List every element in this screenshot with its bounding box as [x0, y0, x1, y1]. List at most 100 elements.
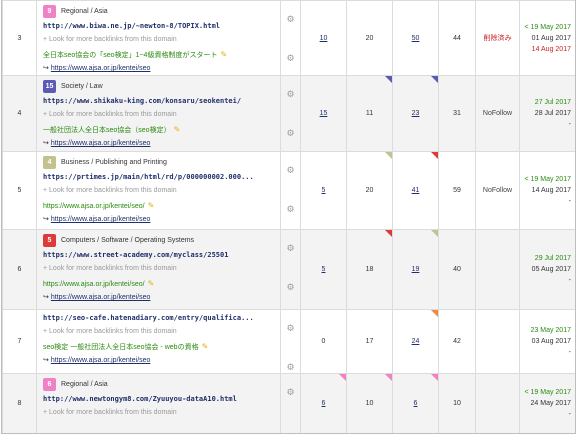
pencil-icon[interactable]: ✎	[202, 342, 209, 351]
flag-marker	[431, 76, 438, 83]
arrow-icon: ↪	[43, 65, 49, 72]
metric-2-cell: 18	[346, 229, 393, 310]
row-index: 5	[2, 151, 37, 230]
first-seen-date: 29 Jul 2017	[534, 255, 571, 262]
source-cell: http://seo-cafe.hatenadiary.com/entry/qu…	[36, 309, 281, 374]
metric-3-value[interactable]: 24	[412, 338, 420, 345]
last-seen-date: 01 Aug 2017	[531, 34, 571, 42]
category-name: Regional / Asia	[61, 380, 108, 388]
metric-1-value[interactable]: 15	[320, 110, 328, 117]
metric-2-value: 20	[365, 34, 374, 42]
target-url-link[interactable]: https://www.ajsa.or.jp/kentei/seo	[51, 294, 151, 301]
metric-3-value[interactable]: 19	[412, 266, 420, 273]
metric-2-value: 18	[365, 266, 374, 273]
flag-marker	[385, 76, 392, 83]
more-backlinks-link[interactable]: + Look for more backlinks from this doma…	[43, 407, 274, 418]
source-url-link[interactable]: https://www.street-academy.com/myclass/2…	[43, 250, 274, 261]
more-backlinks-link[interactable]: + Look for more backlinks from this doma…	[43, 263, 274, 274]
metric-1-cell: 5	[300, 151, 347, 230]
table-row: 6 5 Computers / Software / Operating Sys…	[2, 229, 575, 310]
backlinks-table-frame: 3 9 Regional / Asia http://www.biwa.ne.j…	[1, 0, 576, 434]
source-cell: 6 Regional / Asia http://www.newtongym8.…	[36, 373, 281, 433]
first-seen-date: < 19 May 2017	[524, 23, 571, 31]
metric-4-cell: 42	[438, 309, 476, 374]
more-backlinks-link[interactable]: + Look for more backlinks from this doma…	[43, 326, 274, 337]
metric-2-cell: 20	[346, 0, 393, 76]
source-cell: 15 Society / Law https://www.shikaku-kin…	[36, 75, 281, 152]
target-url-link[interactable]: https://www.ajsa.or.jp/kentei/seo	[51, 140, 151, 147]
gear-icon[interactable]: ⚙	[281, 282, 300, 293]
metric-3-value[interactable]: 23	[412, 110, 420, 117]
table-row: 3 9 Regional / Asia http://www.biwa.ne.j…	[2, 0, 575, 76]
more-backlinks-link[interactable]: + Look for more backlinks from this doma…	[43, 185, 274, 196]
target-url-link[interactable]: https://www.ajsa.or.jp/kentei/seo	[51, 357, 151, 364]
dates-cell: < 19 May 2017 01 Aug 2017 14 Aug 2017	[519, 0, 575, 76]
last-seen-date: 14 Aug 2017	[531, 187, 571, 194]
metric-3-cell: 19	[392, 229, 439, 310]
first-seen-date: < 19 May 2017	[524, 176, 571, 183]
anchor-text: 一般社団法人全日本seo協会（seo検定） ✎	[43, 125, 181, 134]
category-badge: 4	[43, 155, 56, 169]
metric-3-value[interactable]: 50	[412, 35, 420, 42]
source-url-link[interactable]: http://www.newtongym8.com/Zyuuyou-dataA1…	[43, 394, 274, 405]
source-url-link[interactable]: http://seo-cafe.hatenadiary.com/entry/qu…	[43, 313, 274, 324]
metric-2-value: 20	[365, 187, 374, 194]
lost-date: 14 Aug 2017	[531, 45, 571, 53]
category: 9 Regional / Asia	[43, 4, 274, 18]
metric-4-value: 44	[453, 34, 461, 42]
target-url-link[interactable]: https://www.ajsa.or.jp/kentei/seo	[51, 65, 151, 72]
gear-icon[interactable]: ⚙	[281, 204, 300, 215]
gear-icon[interactable]: ⚙	[281, 387, 300, 398]
source-url-link[interactable]: https://prtimes.jp/main/html/rd/p/000000…	[43, 172, 274, 183]
flag-marker	[431, 230, 438, 237]
target-url: ↪ https://www.ajsa.or.jp/kentei/seo	[43, 355, 274, 366]
metric-1-value[interactable]: 5	[322, 266, 326, 273]
row-index: 3	[2, 0, 37, 76]
gear-icon[interactable]: ⚙	[281, 243, 300, 254]
metric-1-value[interactable]: 10	[320, 35, 328, 42]
metric-1-value[interactable]: 5	[322, 187, 326, 194]
category-name: Business / Publishing and Printing	[61, 158, 167, 166]
arrow-icon: ↪	[43, 140, 49, 147]
first-seen-date: 27 Jul 2017	[534, 99, 571, 106]
gear-cell: ⚙ ⚙	[280, 229, 301, 310]
pencil-icon[interactable]: ✎	[148, 279, 155, 288]
lost-date: -	[568, 277, 571, 284]
source-url-link[interactable]: https://www.shikaku-king.com/konsaru/seo…	[43, 96, 274, 107]
gear-cell: ⚙ ⚙	[280, 151, 301, 230]
row-index: 8	[2, 373, 37, 433]
gear-icon[interactable]: ⚙	[281, 14, 300, 25]
metric-1-value[interactable]: 6	[322, 400, 326, 407]
source-url-link[interactable]: http://www.biwa.ne.jp/~newton-8/TOPIX.ht…	[43, 21, 274, 32]
metric-1-cell: 10	[300, 0, 347, 76]
metric-1-value[interactable]: 0	[322, 338, 326, 345]
metric-3-cell: 6	[392, 373, 439, 433]
first-seen-date: 23 May 2017	[530, 327, 571, 334]
metric-3-cell: 41	[392, 151, 439, 230]
arrow-icon: ↪	[43, 294, 49, 301]
pencil-icon[interactable]: ✎	[220, 50, 227, 59]
backlinks-table: 3 9 Regional / Asia http://www.biwa.ne.j…	[2, 0, 575, 433]
category-name: Society / Law	[61, 82, 103, 90]
metric-3-value[interactable]: 6	[414, 400, 418, 407]
more-backlinks-link[interactable]: + Look for more backlinks from this doma…	[43, 109, 274, 120]
pencil-icon[interactable]: ✎	[174, 125, 181, 134]
gear-cell: ⚙ ⚙	[280, 373, 301, 433]
flag-marker	[431, 374, 438, 381]
gear-icon[interactable]: ⚙	[281, 128, 300, 139]
gear-icon[interactable]: ⚙	[281, 362, 300, 373]
dates-cell: < 19 May 2017 24 May 2017 -	[519, 373, 575, 433]
gear-icon[interactable]: ⚙	[281, 53, 300, 64]
gear-icon[interactable]: ⚙	[281, 323, 300, 334]
target-url-link[interactable]: https://www.ajsa.or.jp/kentei/seo	[51, 216, 151, 223]
gear-icon[interactable]: ⚙	[281, 89, 300, 100]
gear-icon[interactable]: ⚙	[281, 165, 300, 176]
pencil-icon[interactable]: ✎	[148, 201, 155, 210]
metric-3-value[interactable]: 41	[412, 187, 420, 194]
metric-4-cell: 59	[438, 151, 476, 230]
table-row: 8 6 Regional / Asia http://www.newtongym…	[2, 373, 575, 433]
category: 5 Computers / Software / Operating Syste…	[43, 233, 274, 247]
metric-2-value: 17	[365, 338, 374, 345]
more-backlinks-link[interactable]: + Look for more backlinks from this doma…	[43, 34, 274, 45]
metric-2-cell: 10	[346, 373, 393, 433]
